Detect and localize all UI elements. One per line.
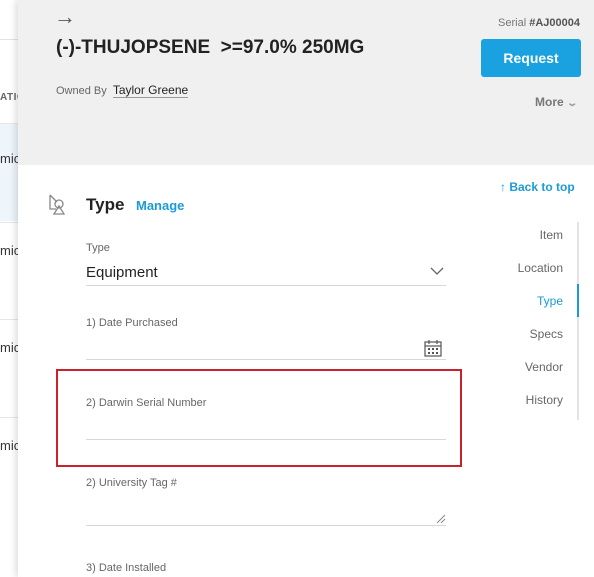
serial-value: #AJ00004 — [529, 17, 580, 29]
university-tag-label: 2) University Tag # — [86, 477, 177, 489]
detail-panel: → (-)-THUJOPSENE >=97.0% 250MG Owned By … — [18, 0, 594, 577]
more-menu-button[interactable]: More ⌄ — [535, 95, 578, 109]
background-row-text: mic — [0, 151, 20, 166]
nav-item-type[interactable]: Type — [498, 288, 580, 321]
owner-name-link[interactable]: Taylor Greene — [112, 83, 189, 98]
background-list-row[interactable]: mic — [0, 123, 20, 221]
chevron-down-icon: ⌄ — [565, 98, 578, 109]
owned-by-label: Owned By — [56, 85, 107, 97]
background-list: ATIO mic mic mic mic — [0, 0, 20, 577]
background-list-row[interactable]: mic — [0, 222, 20, 320]
request-button[interactable]: Request — [481, 39, 581, 77]
manage-link[interactable]: Manage — [136, 198, 184, 213]
type-shapes-icon — [49, 194, 66, 215]
arrow-up-icon: ↑ — [500, 180, 506, 194]
darwin-serial-input[interactable] — [86, 420, 446, 440]
nav-item-vendor[interactable]: Vendor — [498, 354, 580, 387]
type-select[interactable]: Equipment — [86, 264, 158, 281]
arrow-right-icon[interactable]: → — [54, 4, 76, 30]
background-column-header: ATIO — [0, 92, 20, 103]
serial-label: Serial — [498, 17, 527, 29]
background-list-row[interactable]: mic — [0, 417, 20, 515]
date-installed-label: 3) Date Installed — [86, 562, 167, 574]
university-tag-textarea[interactable] — [86, 498, 446, 526]
chevron-down-icon[interactable] — [430, 265, 444, 277]
background-list-top — [0, 0, 20, 40]
resize-handle-icon[interactable] — [436, 514, 446, 524]
back-to-top-label: Back to top — [509, 180, 575, 194]
type-field-label: Type — [86, 242, 110, 254]
section-title: Type — [86, 195, 125, 214]
section-nav: Item Location Type Specs Vendor History — [498, 222, 580, 420]
highlight-box — [56, 369, 462, 467]
back-to-top-link[interactable]: ↑ Back to top — [500, 180, 575, 194]
date-purchased-input[interactable] — [86, 340, 446, 360]
panel-header: → (-)-THUJOPSENE >=97.0% 250MG Owned By … — [18, 0, 594, 165]
nav-item-item[interactable]: Item — [498, 222, 580, 255]
calendar-icon[interactable] — [424, 339, 442, 357]
type-select-underline — [86, 285, 446, 286]
owner-line: Owned By Taylor Greene — [56, 83, 189, 98]
more-label: More — [535, 95, 564, 109]
page-title: (-)-THUJOPSENE >=97.0% 250MG — [56, 37, 365, 58]
background-row-text: mic — [0, 438, 20, 453]
serial-number: Serial #AJ00004 — [498, 17, 580, 29]
nav-item-history[interactable]: History — [498, 387, 580, 420]
background-list-row[interactable]: mic — [0, 319, 20, 417]
nav-item-specs[interactable]: Specs — [498, 321, 580, 354]
date-purchased-label: 1) Date Purchased — [86, 317, 178, 329]
nav-item-location[interactable]: Location — [498, 255, 580, 288]
darwin-serial-label: 2) Darwin Serial Number — [86, 397, 207, 409]
background-row-text: mic — [0, 340, 20, 355]
background-row-text: mic — [0, 243, 20, 258]
